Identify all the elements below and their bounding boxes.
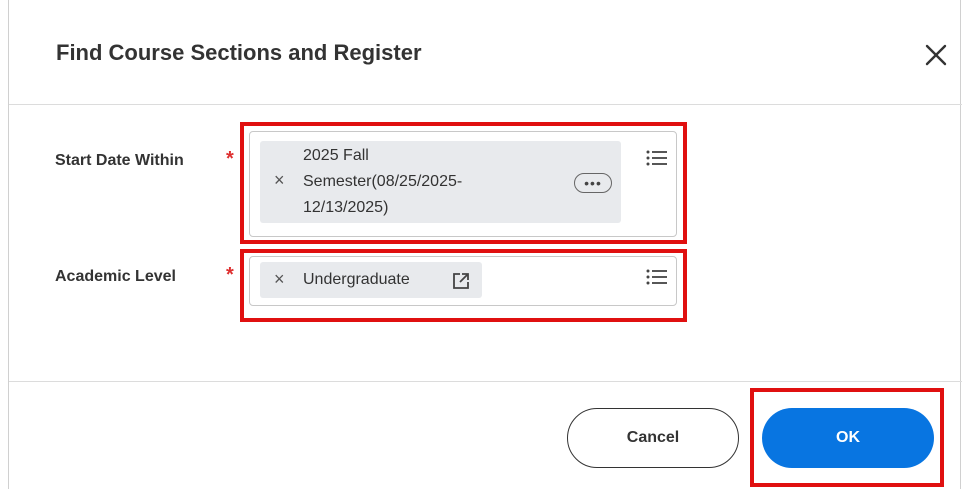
cancel-button[interactable]: Cancel: [567, 408, 739, 468]
required-marker: *: [226, 264, 234, 286]
list-icon[interactable]: [646, 149, 668, 167]
academic-level-label: Academic Level: [55, 268, 176, 285]
academic-level-selected-pill: × Undergraduate: [260, 262, 482, 298]
dialog-title: Find Course Sections and Register: [56, 40, 422, 65]
remove-start-date-icon[interactable]: ×: [274, 170, 285, 191]
start-date-label: Start Date Within: [55, 152, 184, 169]
start-date-selected-pill: × 2025 Fall Semester(08/25/2025- 12/13/2…: [260, 141, 621, 223]
start-date-field[interactable]: × 2025 Fall Semester(08/25/2025- 12/13/2…: [249, 131, 677, 237]
remove-academic-level-icon[interactable]: ×: [274, 269, 285, 290]
more-options-icon[interactable]: •••: [574, 173, 612, 193]
start-date-value-line2: Semester(08/25/2025-: [303, 173, 463, 190]
list-icon[interactable]: [646, 268, 668, 286]
start-date-value-line3: 12/13/2025): [303, 199, 389, 216]
ok-button[interactable]: OK: [762, 408, 934, 468]
find-course-sections-dialog: Find Course Sections and Register Start …: [8, 0, 962, 489]
footer-divider: [9, 381, 962, 382]
academic-level-field[interactable]: × Undergraduate: [249, 256, 677, 306]
academic-level-value: Undergraduate: [303, 271, 410, 288]
required-marker: *: [226, 148, 234, 170]
close-icon[interactable]: [923, 42, 949, 68]
start-date-value-line1: 2025 Fall: [303, 147, 369, 164]
header-divider: [9, 104, 962, 105]
external-link-icon[interactable]: [452, 272, 470, 290]
